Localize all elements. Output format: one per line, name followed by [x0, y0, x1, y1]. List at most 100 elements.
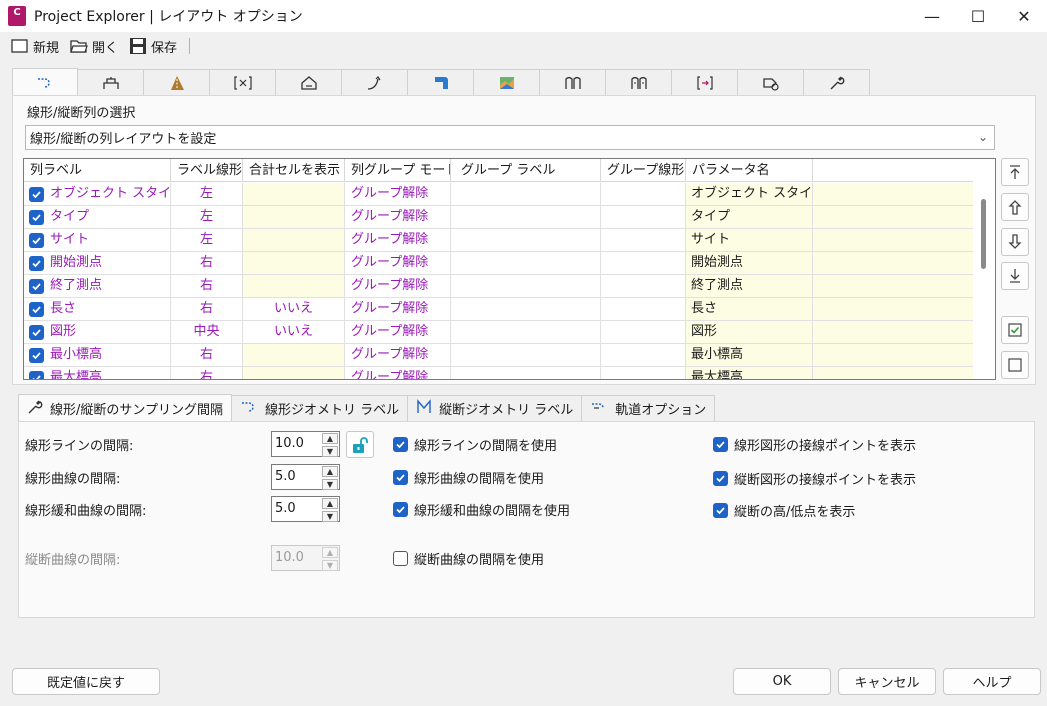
row-mode-cell[interactable]: グループ解除 [345, 229, 451, 251]
checkbox-checked-icon[interactable] [393, 437, 408, 452]
row-total-cell[interactable] [243, 229, 345, 251]
row-label-cell[interactable]: 開始測点 [24, 252, 171, 274]
row-mode-cell[interactable]: グループ解除 [345, 206, 451, 228]
header-param-name[interactable]: パラメータ名 [686, 159, 813, 181]
spiral-interval-value[interactable]: 5.0 [272, 497, 321, 521]
use-curve-interval-checkbox[interactable]: 線形曲線の間隔を使用 [393, 468, 544, 487]
row-align-cell[interactable]: 右 [171, 344, 243, 366]
row-visible-checkbox[interactable] [29, 186, 44, 202]
spin-down-icon[interactable]: ▼ [322, 511, 338, 522]
row-align-cell[interactable]: 右 [171, 252, 243, 274]
curve-interval-spinner[interactable]: 5.0 ▲ ▼ [271, 464, 340, 490]
row-align-cell[interactable]: 右 [171, 275, 243, 297]
tab-sample-line[interactable] [672, 69, 738, 96]
row-label-cell[interactable]: 最小標高 [24, 344, 171, 366]
use-spiral-interval-checkbox[interactable]: 線形緩和曲線の間隔を使用 [393, 500, 570, 519]
row-align-cell[interactable]: 右 [171, 298, 243, 320]
checkbox-checked-icon[interactable] [393, 470, 408, 485]
table-row[interactable]: 長さ 右いいえ グループ解除 長さ [24, 298, 973, 321]
save-button[interactable]: 保存 [128, 37, 177, 56]
grid-scrollbar[interactable] [973, 159, 995, 379]
row-group-label-cell[interactable] [451, 206, 601, 228]
row-label-cell[interactable]: 図形 [24, 321, 171, 343]
row-mode-cell[interactable]: グループ解除 [345, 252, 451, 274]
row-group-align-cell[interactable] [601, 206, 686, 228]
row-label-cell[interactable]: 長さ [24, 298, 171, 320]
row-align-cell[interactable]: 右 [171, 367, 243, 379]
tab-pipe[interactable] [408, 69, 474, 96]
table-row[interactable]: 終了測点 右 グループ解除 終了測点 [24, 275, 973, 298]
spin-down-icon[interactable]: ▼ [322, 446, 338, 457]
close-button[interactable]: ✕ [1001, 0, 1047, 32]
header-group-mode[interactable]: 列グループ モード [345, 159, 451, 181]
use-line-interval-checkbox[interactable]: 線形ラインの間隔を使用 [393, 435, 557, 454]
row-mode-cell[interactable]: グループ解除 [345, 183, 451, 205]
help-button[interactable]: ヘルプ [943, 668, 1041, 695]
row-visible-checkbox[interactable] [29, 232, 44, 248]
tab-road[interactable] [144, 69, 210, 96]
checkbox-checked-icon[interactable] [713, 503, 728, 518]
row-label-cell[interactable]: オブジェクト スタイル [24, 183, 171, 205]
row-visible-checkbox[interactable] [29, 209, 44, 225]
tab-parcel[interactable] [276, 69, 342, 96]
row-total-cell[interactable] [243, 275, 345, 297]
tab-bridge[interactable] [78, 69, 144, 96]
spin-up-icon[interactable]: ▲ [322, 498, 338, 509]
row-visible-checkbox[interactable] [29, 301, 44, 317]
spiral-interval-spinner[interactable]: 5.0 ▲ ▼ [271, 496, 340, 522]
header-group-align[interactable]: グループ線形 [601, 159, 686, 181]
row-visible-checkbox[interactable] [29, 278, 44, 294]
new-button[interactable]: 新規 [10, 37, 59, 56]
row-align-cell[interactable]: 左 [171, 229, 243, 251]
row-mode-cell[interactable]: グループ解除 [345, 275, 451, 297]
checkbox-checked-icon[interactable] [393, 502, 408, 517]
show-high-low-checkbox[interactable]: 縦断の高/低点を表示 [713, 501, 855, 520]
row-label-cell[interactable]: 最大標高 [24, 367, 171, 379]
move-down-button[interactable] [1001, 228, 1029, 256]
maximize-button[interactable]: ☐ [955, 0, 1001, 32]
table-row[interactable]: 開始測点 右 グループ解除 開始測点 [24, 252, 973, 275]
table-row[interactable]: オブジェクト スタイル左グループ解除 オブジェクト スタイル [24, 183, 973, 206]
move-up-button[interactable] [1001, 193, 1029, 221]
row-total-cell[interactable] [243, 252, 345, 274]
row-total-cell[interactable]: いいえ [243, 321, 345, 343]
tab-tools[interactable] [804, 69, 870, 96]
open-button[interactable]: 開く [69, 37, 118, 56]
header-show-total[interactable]: 合計セルを表示 [243, 159, 345, 181]
table-row[interactable]: 最小標高 右 グループ解除 最小標高 [24, 344, 973, 367]
checkbox-checked-icon[interactable] [713, 471, 728, 486]
row-group-align-cell[interactable] [601, 298, 686, 320]
show-align-tangent-checkbox[interactable]: 線形図形の接線ポイントを表示 [713, 435, 916, 454]
tab-section[interactable] [210, 69, 276, 96]
spin-down-icon[interactable]: ▼ [322, 479, 338, 490]
line-interval-value[interactable]: 10.0 [272, 432, 321, 456]
row-group-align-cell[interactable] [601, 252, 686, 274]
row-group-align-cell[interactable] [601, 183, 686, 205]
table-row[interactable]: 図形 中央 いいえ グループ解除 図形 [24, 321, 973, 344]
row-group-label-cell[interactable] [451, 229, 601, 251]
row-group-align-cell[interactable] [601, 229, 686, 251]
row-group-label-cell[interactable] [451, 344, 601, 366]
row-visible-checkbox[interactable] [29, 370, 44, 379]
spin-up-icon[interactable]: ▲ [322, 433, 338, 444]
tab-label[interactable] [738, 69, 804, 96]
row-group-align-cell[interactable] [601, 275, 686, 297]
row-group-label-cell[interactable] [451, 367, 601, 379]
table-row[interactable]: タイプ 左 グループ解除 タイプ [24, 206, 973, 229]
uncheck-all-button[interactable] [1001, 351, 1029, 379]
header-column-label[interactable]: 列ラベル [24, 159, 171, 181]
checkbox-unchecked-icon[interactable] [393, 551, 408, 566]
tab-curve[interactable] [342, 69, 408, 96]
scroll-thumb[interactable] [981, 199, 986, 269]
header-label-align[interactable]: ラベル線形 [171, 159, 243, 181]
row-total-cell[interactable] [243, 344, 345, 366]
lock-button[interactable] [346, 431, 374, 458]
row-group-align-cell[interactable] [601, 367, 686, 379]
tab-track-options[interactable]: 軌道オプション [582, 395, 716, 422]
use-vcurve-interval-checkbox[interactable]: 縦断曲線の間隔を使用 [393, 549, 544, 568]
row-label-cell[interactable]: サイト [24, 229, 171, 251]
cancel-button[interactable]: キャンセル [838, 668, 936, 695]
row-mode-cell[interactable]: グループ解除 [345, 344, 451, 366]
row-align-cell[interactable]: 左 [171, 183, 243, 205]
row-total-cell[interactable] [243, 367, 345, 379]
